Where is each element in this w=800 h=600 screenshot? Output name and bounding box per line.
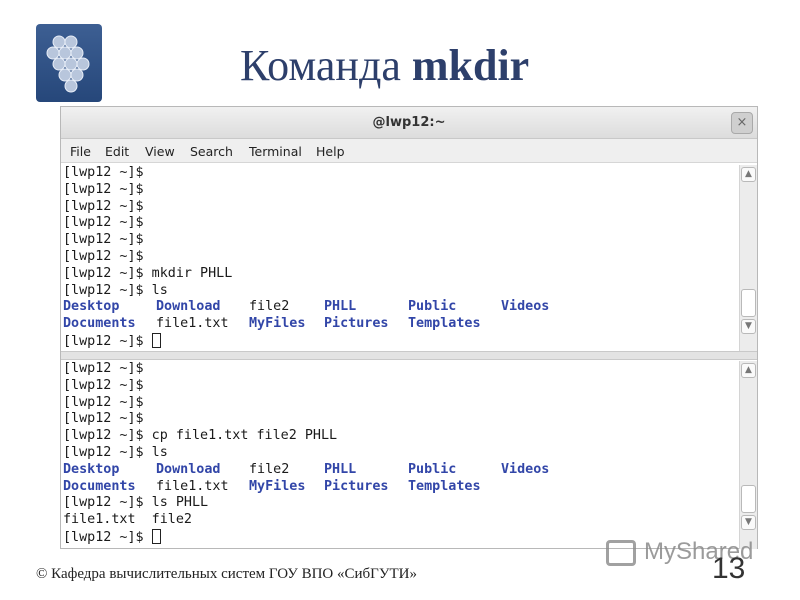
terminal-line: [lwp12 ~]$ bbox=[63, 394, 144, 410]
prompt: [lwp12 ~]$ bbox=[63, 529, 152, 545]
scrollbar-bottom[interactable]: ▲ ▼ bbox=[739, 361, 757, 549]
terminal-line: [lwp12 ~]$ bbox=[63, 181, 144, 197]
dir-entry: Public bbox=[408, 299, 457, 315]
menu-item-search[interactable]: Search bbox=[190, 144, 233, 159]
terminal-line: [lwp12 ~]$ bbox=[63, 361, 144, 376]
scroll-thumb[interactable] bbox=[741, 485, 756, 513]
terminal-window: @lwp12:~ × File Edit View Search Termina… bbox=[60, 106, 758, 549]
prompt: [lwp12 ~]$ bbox=[63, 333, 152, 349]
page-number: 13 bbox=[712, 552, 746, 585]
logo bbox=[36, 24, 102, 102]
ls-output-row: Desktop Download file2 PHLL Public Video… bbox=[63, 299, 741, 316]
terminal-line: [lwp12 ~]$ bbox=[63, 198, 144, 214]
slide-title-command: mkdir bbox=[411, 41, 530, 90]
dir-entry: PHLL bbox=[324, 299, 357, 315]
scroll-up-icon[interactable]: ▲ bbox=[741, 363, 756, 378]
slide-title: Команда mkdir bbox=[240, 40, 529, 91]
dir-entry: Pictures bbox=[324, 478, 389, 494]
ls-output-row: Documents file1.txt MyFiles Pictures Tem… bbox=[63, 479, 741, 496]
terminal-line-current: [lwp12 ~]$ bbox=[63, 332, 741, 350]
watermark-icon bbox=[606, 540, 636, 566]
dir-entry: Templates bbox=[408, 316, 481, 332]
terminal-line: [lwp12 ~]$ bbox=[63, 248, 144, 264]
terminal-line: [lwp12 ~]$ ls PHLL bbox=[63, 495, 209, 511]
ls-output-row: Desktop Download file2 PHLL Public Video… bbox=[63, 462, 741, 479]
close-icon[interactable]: × bbox=[731, 112, 753, 134]
menu-item-help[interactable]: Help bbox=[316, 144, 345, 159]
dir-entry: Download bbox=[156, 299, 221, 315]
terminal-line: [lwp12 ~]$ bbox=[63, 215, 144, 231]
terminal-line: [lwp12 ~]$ cp file1.txt file2 PHLL bbox=[63, 428, 338, 444]
scroll-down-icon[interactable]: ▼ bbox=[741, 319, 756, 334]
dir-entry: Pictures bbox=[324, 316, 389, 332]
window-title: @lwp12:~ bbox=[372, 115, 446, 130]
menu-item-file[interactable]: File bbox=[70, 144, 91, 159]
terminal-line: [lwp12 ~]$ bbox=[63, 232, 144, 248]
menu-item-edit[interactable]: Edit bbox=[105, 144, 129, 159]
slide-footer: © Кафедра вычислительных систем ГОУ ВПО … bbox=[36, 566, 417, 582]
file-entry: file2 bbox=[249, 461, 290, 477]
terminal-line: [lwp12 ~]$ bbox=[63, 165, 144, 180]
dir-entry: Documents bbox=[63, 316, 136, 332]
scrollbar-top[interactable]: ▲ ▼ bbox=[739, 165, 757, 351]
terminal-line: [lwp12 ~]$ mkdir PHLL bbox=[63, 265, 233, 281]
dir-entry: Download bbox=[156, 461, 221, 477]
dir-entry: Templates bbox=[408, 478, 481, 494]
file-entry: file2 bbox=[249, 299, 290, 315]
dir-entry: Desktop bbox=[63, 461, 120, 477]
terminal-line: [lwp12 ~]$ bbox=[63, 411, 144, 427]
slide-title-text: Команда bbox=[240, 41, 412, 90]
terminal-line: file1.txt file2 bbox=[63, 512, 192, 528]
dir-entry: Public bbox=[408, 461, 457, 477]
terminal-line: [lwp12 ~]$ bbox=[63, 377, 144, 393]
terminal-pane-bottom[interactable]: [lwp12 ~]$ [lwp12 ~]$ [lwp12 ~]$ [lwp12 … bbox=[61, 361, 741, 546]
terminal-line-current: [lwp12 ~]$ bbox=[63, 528, 741, 546]
terminal-line: [lwp12 ~]$ ls bbox=[63, 444, 168, 460]
menu-item-terminal[interactable]: Terminal bbox=[249, 144, 302, 159]
dir-entry: PHLL bbox=[324, 461, 357, 477]
scroll-thumb[interactable] bbox=[741, 289, 756, 317]
ls-output-row: Documents file1.txt MyFiles Pictures Tem… bbox=[63, 316, 741, 333]
dir-entry: MyFiles bbox=[249, 316, 306, 332]
window-titlebar[interactable]: @lwp12:~ × bbox=[61, 107, 757, 139]
menu-item-view[interactable]: View bbox=[145, 144, 175, 159]
pane-divider[interactable] bbox=[61, 351, 757, 360]
dir-entry: MyFiles bbox=[249, 478, 306, 494]
scroll-up-icon[interactable]: ▲ bbox=[741, 167, 756, 182]
terminal-pane-top[interactable]: [lwp12 ~]$ [lwp12 ~]$ [lwp12 ~]$ [lwp12 … bbox=[61, 165, 741, 350]
dir-entry: Documents bbox=[63, 478, 136, 494]
dir-entry: Videos bbox=[501, 299, 550, 315]
dir-entry: Desktop bbox=[63, 299, 120, 315]
menu-bar: File Edit View Search Terminal Help bbox=[61, 139, 757, 163]
file-entry: file1.txt bbox=[156, 316, 229, 332]
scroll-down-icon[interactable]: ▼ bbox=[741, 515, 756, 530]
terminal-line: [lwp12 ~]$ ls bbox=[63, 282, 168, 298]
dir-entry: Videos bbox=[501, 461, 550, 477]
text-cursor bbox=[151, 528, 161, 544]
text-cursor bbox=[151, 332, 161, 348]
file-entry: file1.txt bbox=[156, 478, 229, 494]
